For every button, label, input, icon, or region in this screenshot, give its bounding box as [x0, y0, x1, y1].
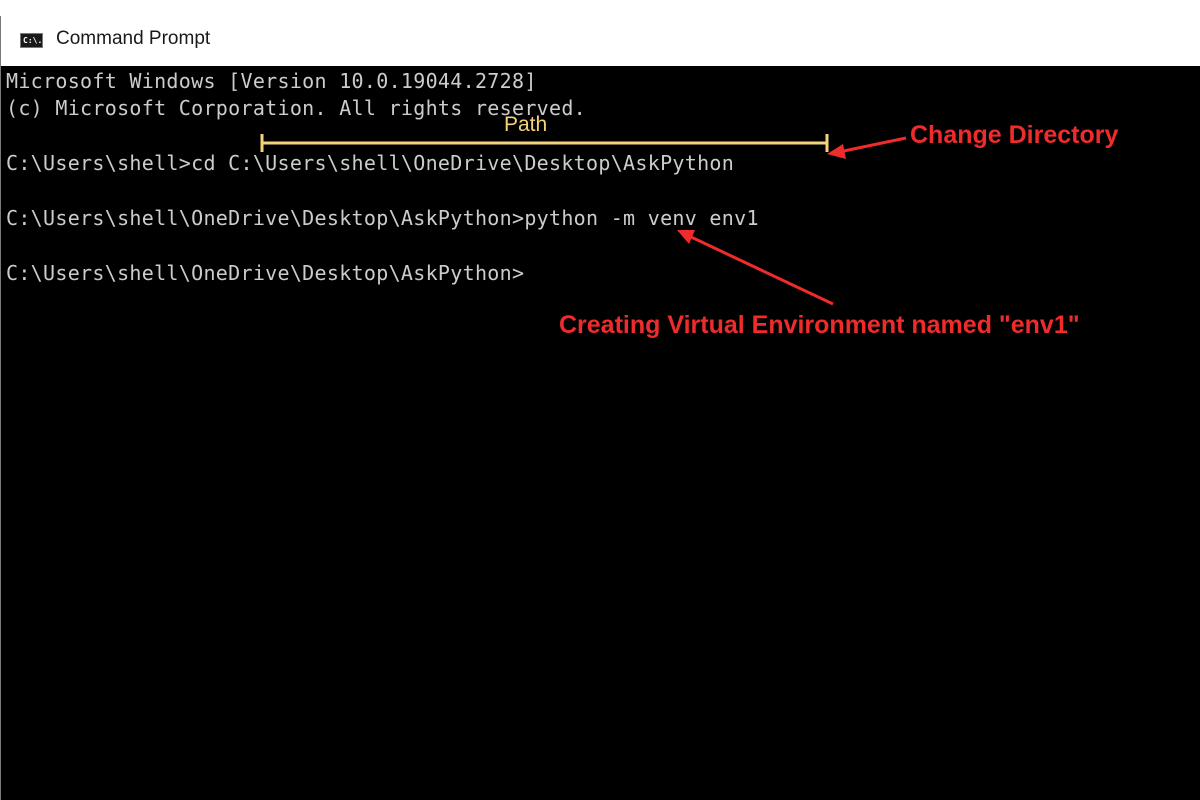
path-label: Path	[504, 113, 548, 136]
console-line: C:\Users\shell\OneDrive\Desktop\AskPytho…	[6, 261, 525, 285]
create-env-annotation: Creating Virtual Environment named "env1…	[559, 311, 1080, 339]
command-prompt-window: C:\. Command Prompt Microsoft Windows [V…	[0, 16, 1200, 800]
console-line: C:\Users\shell>cd C:\Users\shell\OneDriv…	[6, 151, 735, 175]
cmd-icon: C:\.	[20, 33, 43, 48]
window-title: Command Prompt	[56, 28, 211, 49]
annotation-overlay	[260, 134, 907, 306]
create-env-arrow	[677, 230, 834, 306]
change-directory-annotation: Change Directory	[910, 121, 1119, 149]
change-directory-arrow	[827, 136, 907, 159]
console-line: Microsoft Windows [Version 10.0.19044.27…	[6, 69, 537, 93]
console-line: C:\Users\shell\OneDrive\Desktop\AskPytho…	[6, 206, 759, 230]
console-line: (c) Microsoft Corporation. All rights re…	[6, 96, 587, 120]
console-output[interactable]: Microsoft Windows [Version 10.0.19044.27…	[1, 66, 1200, 800]
title-bar[interactable]: C:\. Command Prompt	[1, 16, 1200, 66]
top-strip	[0, 0, 1200, 17]
